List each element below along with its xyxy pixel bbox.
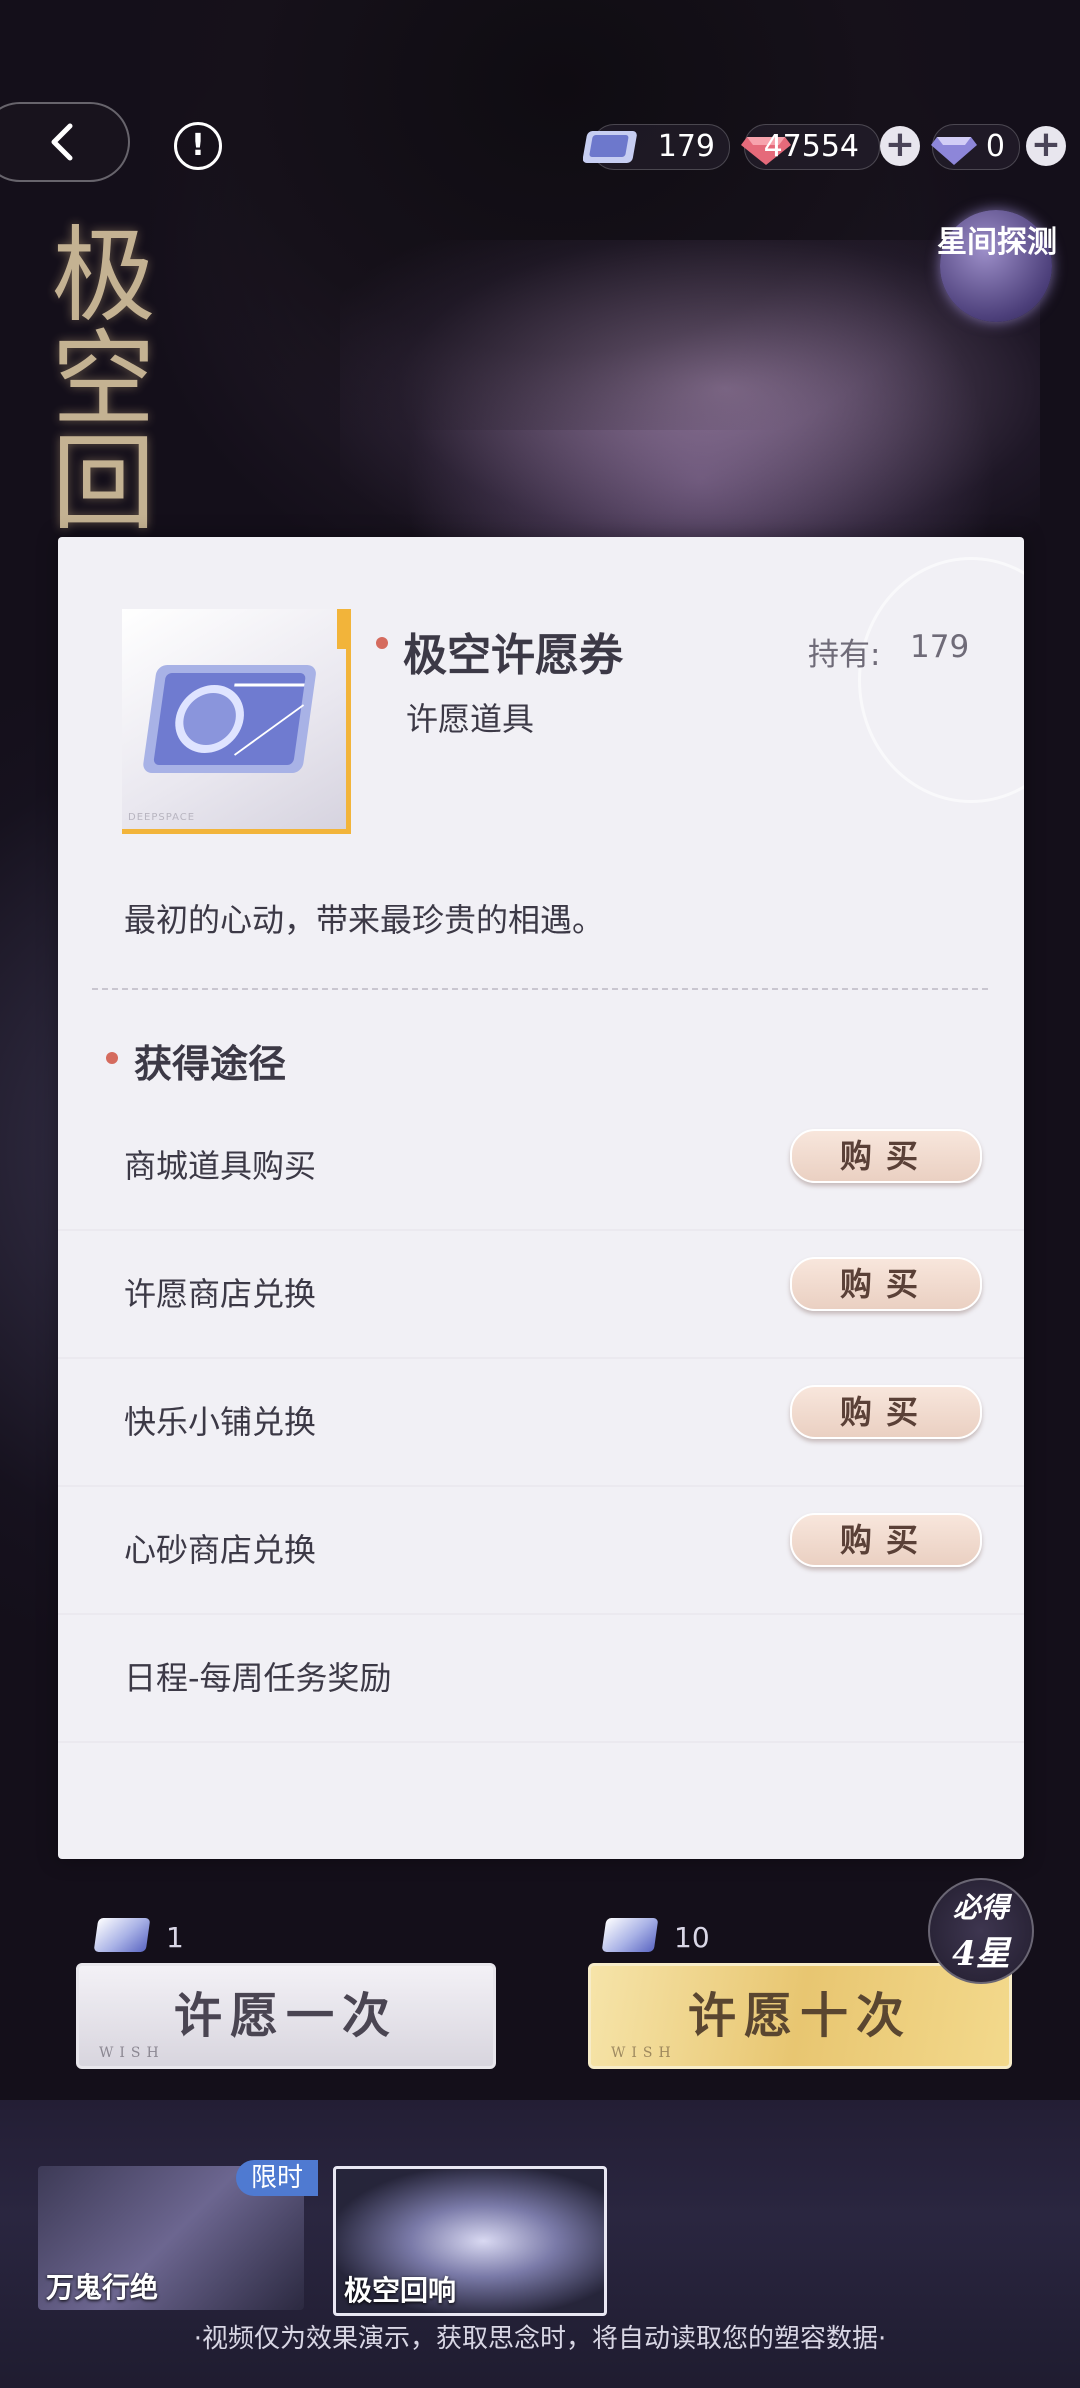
owned-count: 179 <box>910 629 970 665</box>
source-row: 许愿商店兑换 购买 <box>58 1229 1024 1359</box>
footer-note: ·视频仅为效果演示，获取思念时，将自动读取您的塑容数据· <box>193 2324 887 2354</box>
item-description: 最初的心动，带来最珍贵的相遇。 <box>124 901 605 939</box>
banner-tab-2[interactable]: 极空回响 <box>333 2166 607 2316</box>
info-icon[interactable]: ! <box>174 122 222 170</box>
character-face <box>340 240 1040 570</box>
wish-ten-cost: 10 <box>601 1918 744 1958</box>
source-row: 快乐小铺兑换 购买 <box>58 1357 1024 1487</box>
banner-title-vertical: 极空回 <box>33 220 155 532</box>
section-bullet <box>106 1052 118 1064</box>
guarantee-badge: 必得 4星 <box>928 1878 1034 1984</box>
diamond-icon <box>931 137 977 165</box>
currency-diamond: 0 <box>931 124 1020 170</box>
source-label: 许愿商店兑换 <box>124 1275 317 1313</box>
source-label: 日程-每周任务奖励 <box>124 1659 392 1697</box>
owned-label: 持有: <box>808 637 881 673</box>
add-ruby-gem-button[interactable]: + <box>880 126 920 166</box>
item-thumbnail: DEEPSPACE <box>122 609 351 834</box>
item-type: 许愿道具 <box>406 700 535 738</box>
wish-once-button[interactable]: 许愿一次 WISH <box>76 1963 496 2069</box>
source-row: 日程-每周任务奖励 <box>58 1613 1024 1743</box>
name-bullet <box>376 637 388 649</box>
item-detail-panel: DEEPSPACE 极空许愿券 许愿道具 持有: 179 最初的心动，带来最珍贵… <box>58 537 1024 1859</box>
item-name: 极空许愿券 <box>403 630 623 681</box>
divider <box>92 988 988 990</box>
source-label: 心砂商店兑换 <box>124 1531 317 1569</box>
currency-wish-ticket: 179 <box>583 124 730 170</box>
buy-button[interactable]: 购买 <box>790 1129 982 1183</box>
ticket-icon <box>601 1918 659 1952</box>
source-label: 快乐小铺兑换 <box>124 1403 317 1441</box>
limited-time-badge: 限时 <box>236 2160 318 2196</box>
add-diamond-button[interactable]: + <box>1026 126 1066 166</box>
source-label: 商城道具购买 <box>124 1147 317 1185</box>
ticket-icon <box>583 131 637 163</box>
panel-watermark <box>858 557 1024 803</box>
source-row: 商城道具购买 购买 <box>58 1101 1024 1231</box>
wish-ticket-icon <box>143 665 316 773</box>
sources-title: 获得途径 <box>134 1041 287 1086</box>
buy-button[interactable]: 购买 <box>790 1513 982 1567</box>
ticket-icon <box>93 1918 151 1952</box>
buy-button[interactable]: 购买 <box>790 1385 982 1439</box>
currency-ruby-gem: 47554 <box>741 124 880 170</box>
source-row: 心砂商店兑换 购买 <box>58 1485 1024 1615</box>
back-button[interactable] <box>0 102 130 182</box>
wish-one-cost: 1 <box>93 1918 216 1958</box>
buy-button[interactable]: 购买 <box>790 1257 982 1311</box>
wish-ten-button[interactable]: 许愿十次 WISH <box>588 1963 1012 2069</box>
star-probe-button[interactable]: 星间探测 <box>937 210 1057 322</box>
thumbnail-rarity-tag <box>337 609 351 649</box>
chevron-left-icon <box>51 123 73 161</box>
